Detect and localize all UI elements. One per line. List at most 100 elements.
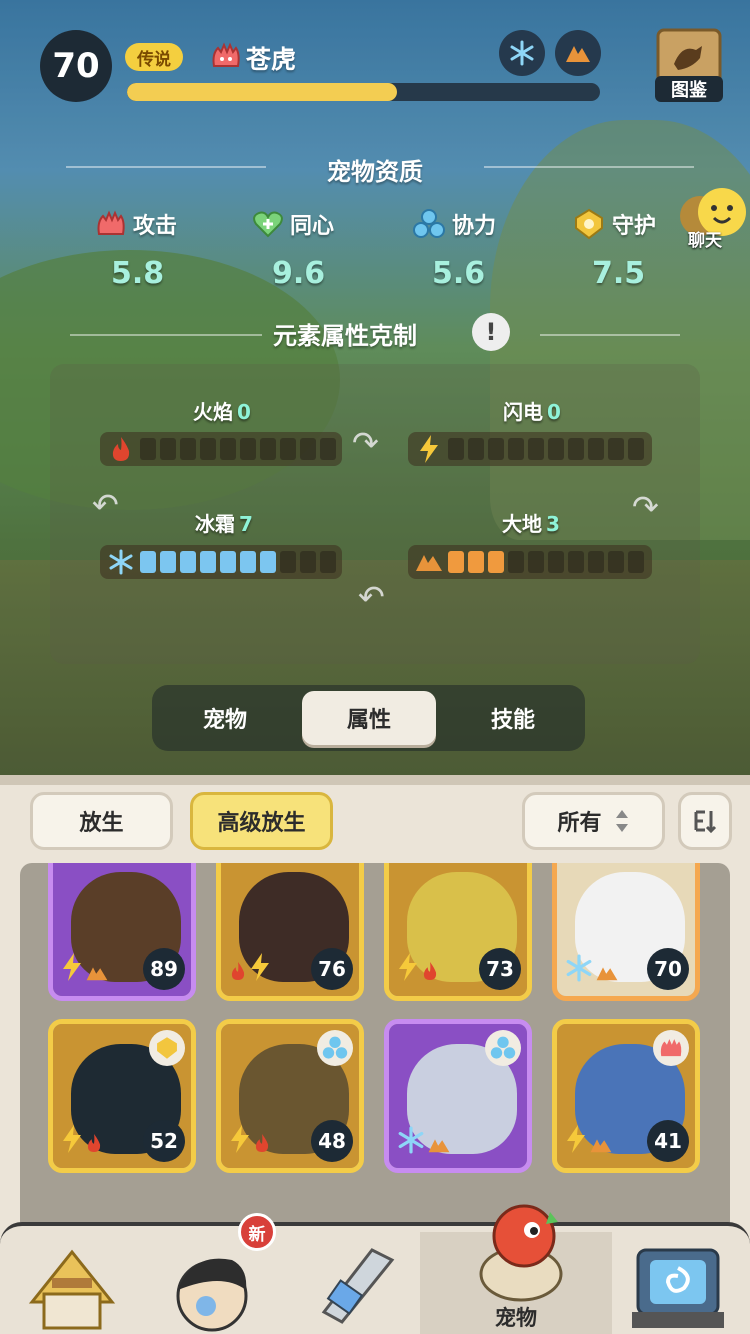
- pet-elements: [397, 952, 439, 986]
- nav-character[interactable]: [162, 1242, 272, 1334]
- quality-attack-value: 5.8: [111, 256, 165, 291]
- xp-bar: [127, 83, 600, 101]
- qualities-title: 宠物资质: [327, 158, 423, 186]
- pet-elements: [565, 1124, 613, 1158]
- element-segment: [588, 438, 604, 460]
- element-segment: [488, 551, 504, 573]
- quality-cooperate-value: 5.6: [432, 256, 486, 291]
- pet-card[interactable]: 73: [384, 863, 532, 1001]
- frost-icon: [510, 40, 534, 66]
- nav-adventure[interactable]: [628, 1242, 738, 1334]
- pet-dino-icon: [479, 1204, 563, 1302]
- pet-elements: [229, 1124, 271, 1158]
- element-segment: [300, 551, 316, 573]
- element-segment: [220, 551, 236, 573]
- pet-card[interactable]: 76: [216, 863, 364, 1001]
- cycle-arrow-down-icon: ↷: [632, 488, 659, 526]
- quality-attack: 攻击 5.8: [95, 208, 255, 291]
- nav-equipment[interactable]: [302, 1242, 412, 1334]
- element-segment: [468, 551, 484, 573]
- quality-heart: 同心 9.6: [252, 208, 412, 291]
- pet-card[interactable]: 89: [48, 863, 196, 1001]
- pet-level: 52: [143, 1120, 185, 1162]
- pet-level: 41: [647, 1120, 689, 1162]
- chat-label: 聊天: [688, 231, 722, 251]
- tab-pet[interactable]: 宠物: [158, 691, 292, 745]
- filter-dropdown[interactable]: 所有: [522, 792, 665, 850]
- filter-label: 所有: [557, 811, 602, 836]
- fire-icon: [112, 437, 130, 461]
- pet-level: 70: [647, 948, 689, 990]
- advanced-release-button[interactable]: 高级放生: [190, 792, 333, 850]
- lightning-icon: [249, 952, 271, 986]
- element-segment: [180, 438, 196, 460]
- element-segment: [300, 438, 316, 460]
- element-segment: [280, 551, 296, 573]
- frost-icon: [397, 1126, 425, 1158]
- sort-icon: [694, 810, 717, 834]
- pet-level: 89: [143, 948, 185, 990]
- pet-card[interactable]: 48: [216, 1019, 364, 1173]
- detail-tabs: 宠物 属性 技能: [152, 685, 585, 751]
- guard-icon: [149, 1030, 185, 1066]
- cycle-arrow-up-icon: ↶: [92, 486, 119, 524]
- element-segment: [548, 438, 564, 460]
- element-segment: [180, 551, 196, 573]
- frost-icon: [565, 954, 593, 986]
- elements-title: 元素属性克制: [273, 322, 417, 350]
- pet-elements: [565, 954, 619, 986]
- release-button[interactable]: 放生: [30, 792, 173, 850]
- heart-icon: [253, 211, 283, 238]
- pet-elements: [229, 952, 271, 986]
- element-info-button[interactable]: !: [472, 313, 510, 351]
- pet-elements: [61, 952, 109, 986]
- pet-card[interactable]: 52: [48, 1019, 196, 1173]
- element-segment: [608, 438, 624, 460]
- element-segment: [608, 551, 624, 573]
- fire-icon: [421, 960, 439, 986]
- fire-bar: [100, 432, 342, 466]
- element-segment: [260, 438, 276, 460]
- tab-skills[interactable]: 技能: [446, 691, 580, 745]
- element-segment: [140, 551, 156, 573]
- tab-attributes[interactable]: 属性: [302, 691, 436, 745]
- frost-icon: [109, 549, 133, 575]
- earth-icon: [566, 46, 590, 62]
- lightning-icon: [565, 1124, 587, 1158]
- fire-icon: [229, 960, 247, 986]
- cooperate-icon: [485, 1030, 521, 1066]
- new-badge: 新: [238, 1213, 276, 1251]
- bottom-nav: [0, 1204, 750, 1334]
- quality-heart-value: 9.6: [272, 256, 326, 291]
- fire-icon: [253, 1132, 271, 1158]
- earth-icon: [416, 555, 442, 571]
- earth-icon: [595, 964, 619, 986]
- pet-card[interactable]: 41: [552, 1019, 700, 1173]
- lightning-icon: [229, 1124, 251, 1158]
- character-face-icon: [176, 1258, 248, 1332]
- pet-elements: [61, 1124, 103, 1158]
- nav-pets-label: 宠物: [495, 1306, 537, 1330]
- pet-card[interactable]: 70: [552, 863, 700, 1001]
- element-segment: [568, 438, 584, 460]
- pet-elements: [397, 1126, 451, 1158]
- earth-element-button[interactable]: [555, 30, 601, 76]
- sort-button[interactable]: [678, 792, 732, 850]
- element-segment: [280, 438, 296, 460]
- element-segment: [200, 438, 216, 460]
- attack-icon: [653, 1030, 689, 1066]
- element-segment: [220, 438, 236, 460]
- pet-dex-label: 图鉴: [655, 76, 723, 102]
- pet-level-badge: 70: [40, 30, 112, 102]
- pet-name: 苍虎: [246, 45, 297, 74]
- frost-element-button[interactable]: [499, 30, 545, 76]
- cooperate-icon: [317, 1030, 353, 1066]
- nav-pets[interactable]: [466, 1194, 576, 1304]
- element-segment: [568, 551, 584, 573]
- pet-level: 73: [479, 948, 521, 990]
- stone-dagger-icon: [321, 1248, 395, 1324]
- nav-tribe[interactable]: [22, 1242, 132, 1334]
- xp-fill: [127, 83, 397, 101]
- pet-card[interactable]: [384, 1019, 532, 1173]
- element-segment: [588, 551, 604, 573]
